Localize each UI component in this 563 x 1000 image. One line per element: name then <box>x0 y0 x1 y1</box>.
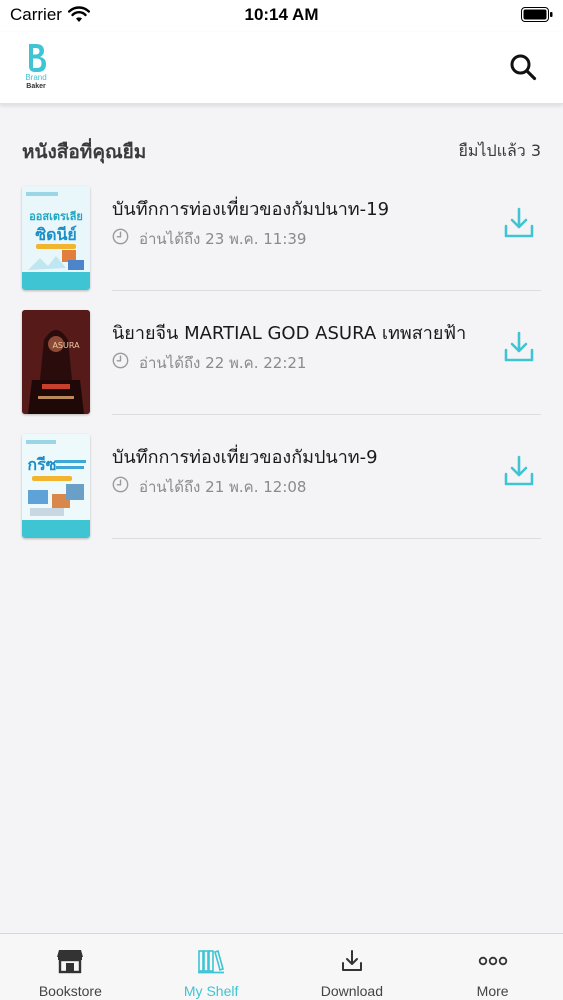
book-cover-image[interactable]: ออสเตรเลีย ซิดนีย์ <box>22 186 90 290</box>
book-due-date: อ่านได้ถึง 22 พ.ค. 22:21 <box>139 354 307 372</box>
tab-my-shelf[interactable]: My Shelf <box>141 934 282 1000</box>
svg-text:ASURA: ASURA <box>52 341 80 350</box>
status-bar: Carrier 10:14 AM <box>0 0 563 32</box>
tab-label: Download <box>320 983 383 999</box>
download-button[interactable] <box>498 203 540 243</box>
book-due-date: อ่านได้ถึง 21 พ.ค. 12:08 <box>139 478 307 496</box>
row-divider <box>112 538 541 539</box>
book-cover-image[interactable]: ASURA <box>22 310 90 414</box>
svg-text:ซิดนีย์: ซิดนีย์ <box>35 225 77 244</box>
search-icon <box>510 54 537 81</box>
row-divider <box>112 290 541 291</box>
bottom-tab-bar: Bookstore My Shelf Download More <box>0 933 563 1000</box>
clock-icon <box>112 352 129 369</box>
section-title: หนังสือที่คุณยืม <box>22 141 147 163</box>
status-time: 10:14 AM <box>244 5 319 24</box>
download-button[interactable] <box>498 327 540 367</box>
book-cover-image[interactable]: กรีซ <box>22 434 90 538</box>
svg-text:กรีซ: กรีซ <box>27 455 56 474</box>
book-due-date: อ่านได้ถึง 23 พ.ค. 11:39 <box>139 230 307 248</box>
tab-download[interactable]: Download <box>282 934 423 1000</box>
svg-text:ออสเตรเลีย: ออสเตรเลีย <box>29 210 83 223</box>
download-icon <box>504 207 534 238</box>
tab-label: My Shelf <box>183 983 239 999</box>
book-row[interactable]: ออสเตรเลีย ซิดนีย์ บันทึกการท่องเที่ยวขอ… <box>0 186 563 310</box>
download-icon <box>504 455 534 486</box>
brand-name-label: Brand <box>25 73 47 82</box>
download-icon <box>504 331 534 362</box>
brand-subname-label: Baker <box>26 83 46 90</box>
store-icon <box>57 950 84 974</box>
tab-bookstore[interactable]: Bookstore <box>0 934 141 1000</box>
row-divider <box>112 414 541 415</box>
clock-icon <box>112 228 129 245</box>
download-icon <box>341 950 362 971</box>
more-dots-icon <box>478 956 507 966</box>
battery-icon <box>521 7 553 22</box>
book-row[interactable]: ASURA นิยายจีน MARTIAL GOD ASURA เทพสายฟ… <box>0 310 563 434</box>
tab-label: Bookstore <box>38 983 102 999</box>
book-title: บันทึกการท่องเที่ยวของกัมปนาท-9 <box>112 447 378 468</box>
search-button[interactable] <box>500 47 546 87</box>
book-title: บันทึกการท่องเที่ยวของกัมปนาท-19 <box>112 199 390 220</box>
book-title: นิยายจีน MARTIAL GOD ASURA เทพสายฟ้า <box>112 323 467 344</box>
clock-icon <box>112 476 129 493</box>
app-header: Brand Baker <box>0 32 563 104</box>
tab-more[interactable]: More <box>422 934 563 1000</box>
tab-label: More <box>476 983 509 999</box>
borrowed-count: ยืมไปแล้ว 3 <box>458 141 542 160</box>
bookshelf-icon <box>198 949 225 974</box>
book-row[interactable]: กรีซ บันทึกการท่องเที่ยวของกัมปนาท-9 อ่า… <box>0 434 563 558</box>
download-button[interactable] <box>498 451 540 491</box>
